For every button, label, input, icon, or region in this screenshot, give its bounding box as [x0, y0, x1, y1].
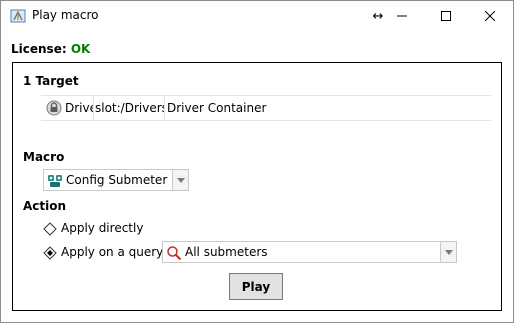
chevron-down-icon[interactable]: [172, 170, 188, 190]
window-title: Play macro: [32, 8, 99, 22]
target-heading: 1 Target: [23, 74, 79, 88]
macro-heading: Macro: [23, 150, 65, 164]
title-bar[interactable]: Play macro ↔: [1, 1, 513, 31]
license-label: License:: [11, 42, 67, 56]
radio-selected-icon[interactable]: [43, 246, 57, 260]
apply-directly-label: Apply directly: [61, 221, 144, 235]
minimize-icon: [397, 15, 407, 17]
action-heading: Action: [23, 199, 67, 213]
macro-selected-value: Config Submeter: [66, 173, 168, 187]
column-divider: [93, 96, 94, 120]
close-button[interactable]: [467, 1, 513, 31]
maximize-icon: [441, 11, 451, 21]
apply-directly-option[interactable]: Apply directly: [43, 220, 193, 238]
play-macro-dialog: Play macro ↔ License: OK 1 Target Driv s…: [0, 0, 514, 323]
chevron-down-icon[interactable]: [440, 242, 456, 262]
driver-icon: [46, 100, 62, 116]
target-name: Drive: [65, 101, 93, 115]
query-selected-value: All submeters: [185, 245, 268, 259]
target-type: Driver Container: [167, 101, 267, 115]
macro-panel: 1 Target Drive slot:/Drivers Driver Cont…: [12, 62, 502, 311]
maximize-button[interactable]: [423, 1, 469, 31]
query-select[interactable]: All submeters: [162, 241, 457, 263]
apply-on-query-label: Apply on a query: [61, 245, 164, 259]
submeter-icon: [47, 173, 63, 189]
target-slot: slot:/Drivers: [95, 101, 165, 115]
app-icon: [10, 8, 26, 24]
radio-unselected-icon[interactable]: [43, 222, 57, 236]
target-row[interactable]: Drive slot:/Drivers Driver Container: [41, 95, 491, 121]
license-status: License: OK: [11, 42, 90, 56]
minimize-button[interactable]: [379, 1, 425, 31]
play-button[interactable]: Play: [229, 273, 283, 300]
close-icon: [485, 11, 495, 21]
macro-select[interactable]: Config Submeter: [43, 169, 189, 191]
column-divider: [164, 96, 165, 120]
license-ok-value: OK: [70, 42, 91, 56]
search-icon: [166, 245, 182, 261]
